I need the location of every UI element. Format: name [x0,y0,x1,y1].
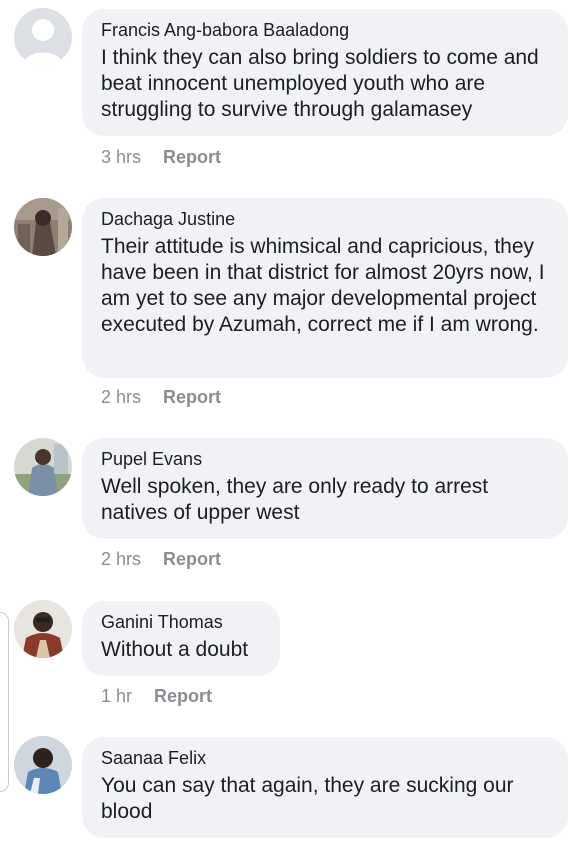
report-link[interactable]: Report [163,386,221,408]
comment-meta: 2 hrs Report [101,386,221,408]
comment-author[interactable]: Francis Ang-babora Baaladong [101,19,548,41]
comment-bubble: Dachaga Justine Their attitude is whimsi… [82,198,568,378]
comment-meta: 3 hrs Report [101,146,221,168]
comment-timestamp[interactable]: 3 hrs [101,146,141,168]
comment-text: Without a doubt [101,638,249,661]
reply-thread-line [0,612,9,792]
comment-meta: 1 hr Report [101,685,212,707]
comment-author[interactable]: Pupel Evans [101,448,548,470]
report-link[interactable]: Report [163,548,221,570]
profile-photo-icon[interactable] [14,438,72,496]
default-avatar-icon[interactable] [14,8,72,66]
comment-timestamp[interactable]: 2 hrs [101,548,141,570]
comment-text: Their attitude is whimsical and capricio… [101,235,545,336]
profile-photo-icon[interactable] [14,600,72,658]
profile-photo-icon[interactable] [14,736,72,794]
comment-author[interactable]: Saanaa Felix [101,747,548,769]
comment-bubble: Ganini Thomas Without a doubt [82,601,280,676]
profile-photo-icon[interactable] [14,198,72,256]
comment-bubble: Pupel Evans Well spoken, they are only r… [82,438,568,539]
comment-author[interactable]: Dachaga Justine [101,208,548,230]
comment-text: Well spoken, they are only ready to arre… [101,475,489,524]
report-link[interactable]: Report [163,146,221,168]
comment-text: I think they can also bring soldiers to … [101,46,539,121]
comment-bubble: Francis Ang-babora Baaladong I think the… [82,9,568,136]
comment-text: You can say that again, they are sucking… [101,774,514,823]
comment-bubble: Saanaa Felix You can say that again, the… [82,737,568,838]
comment-author[interactable]: Ganini Thomas [101,611,260,633]
comment-timestamp[interactable]: 1 hr [101,685,132,707]
comment-timestamp[interactable]: 2 hrs [101,386,141,408]
comment-meta: 2 hrs Report [101,548,221,570]
report-link[interactable]: Report [154,685,212,707]
